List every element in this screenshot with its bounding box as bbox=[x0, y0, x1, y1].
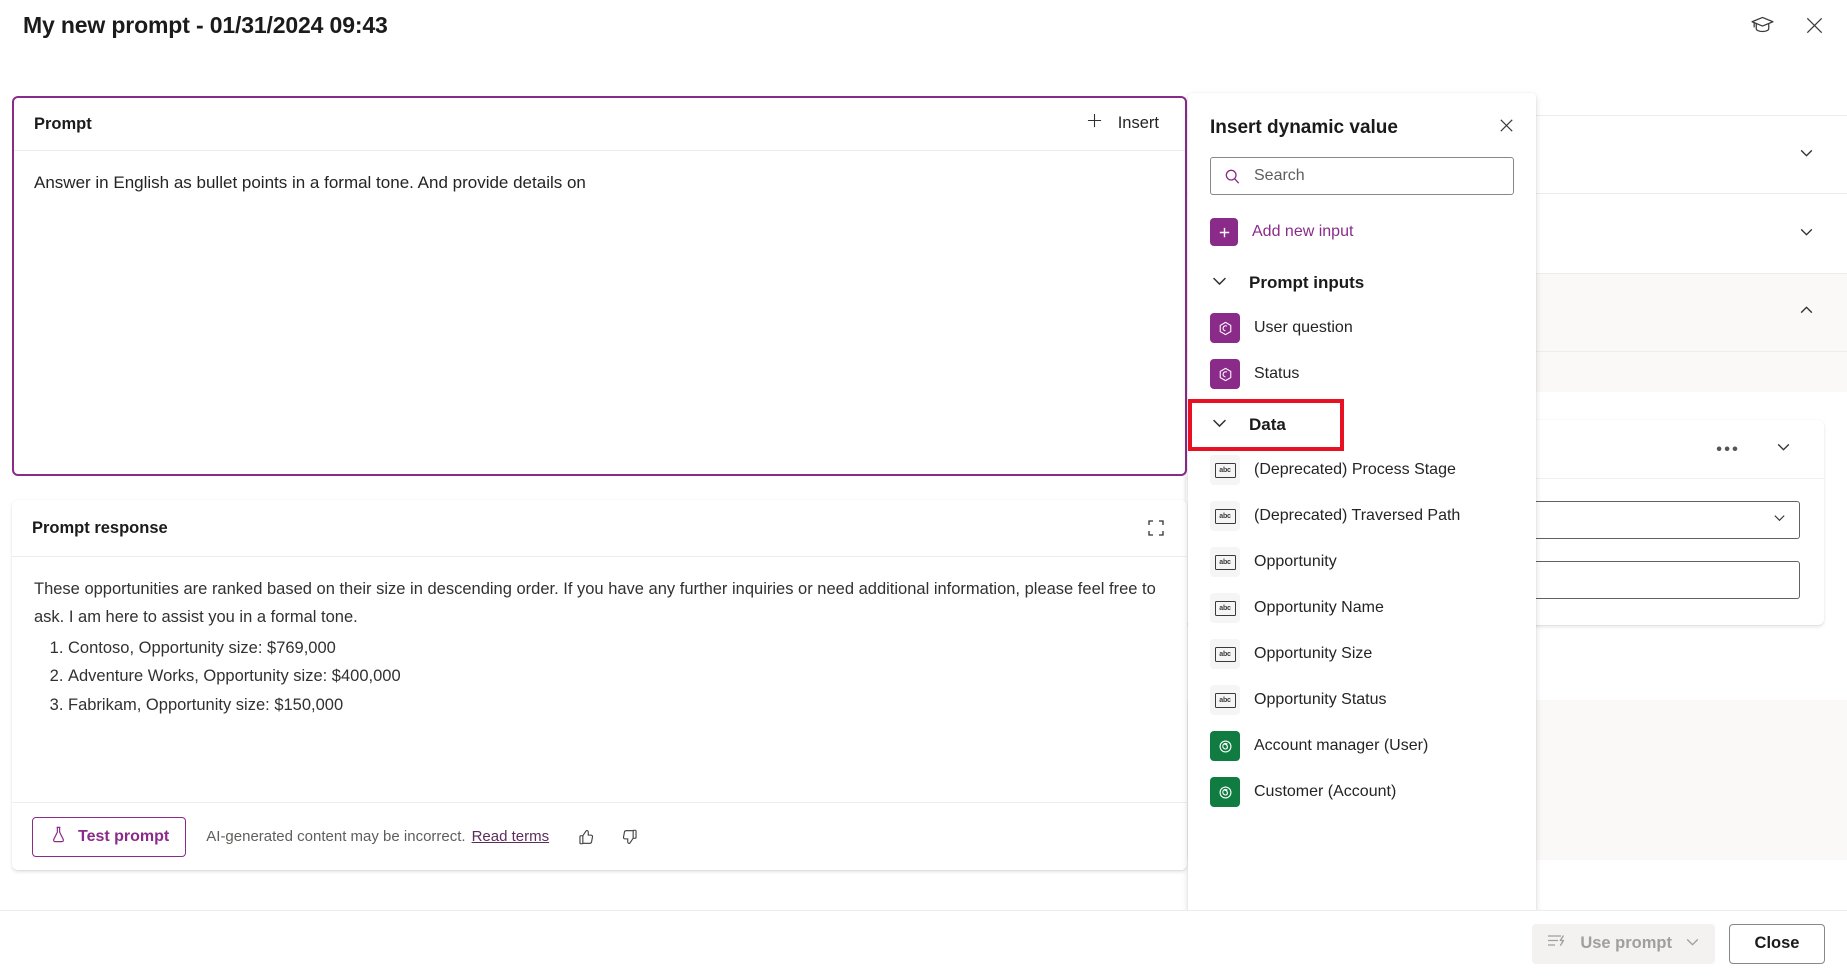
text-field-icon: abc bbox=[1210, 547, 1240, 577]
search-input[interactable] bbox=[1252, 166, 1513, 186]
lookup-field-icon bbox=[1210, 777, 1240, 807]
text-field-icon: abc bbox=[1210, 593, 1240, 623]
list-item: Fabrikam, Opportunity size: $150,000 bbox=[68, 691, 1165, 719]
insert-dynamic-value-panel: Insert dynamic value Add new input bbox=[1188, 93, 1536, 963]
plus-icon bbox=[1084, 110, 1105, 136]
list-item-status[interactable]: Status bbox=[1188, 351, 1536, 397]
insert-button-label: Insert bbox=[1117, 113, 1159, 132]
prompt-textarea[interactable]: Answer in English as bullet points in a … bbox=[14, 151, 1185, 196]
chevron-up-icon[interactable] bbox=[1798, 302, 1815, 324]
abc-glyph: abc bbox=[1214, 646, 1236, 662]
list-item-label: Customer (Account) bbox=[1254, 783, 1397, 800]
prompt-label: Prompt bbox=[34, 114, 92, 133]
chevron-down-icon[interactable] bbox=[1775, 438, 1792, 460]
list-item-label: Account manager (User) bbox=[1254, 737, 1429, 754]
plus-icon bbox=[1210, 218, 1238, 246]
list-item-opportunity-status[interactable]: abc Opportunity Status bbox=[1188, 677, 1536, 723]
text-field-icon: abc bbox=[1210, 639, 1240, 669]
list-item-label: User question bbox=[1254, 319, 1353, 336]
abc-glyph: abc bbox=[1214, 600, 1236, 616]
prompt-response-body: These opportunities are ranked based on … bbox=[12, 557, 1187, 719]
test-prompt-button[interactable]: Test prompt bbox=[32, 816, 187, 857]
list-item-label: (Deprecated) Process Stage bbox=[1254, 461, 1456, 478]
prompt-card: Prompt Insert Answer in English as bulle… bbox=[12, 96, 1187, 476]
dynamic-value-icon bbox=[1210, 359, 1240, 389]
dynamic-value-icon bbox=[1210, 313, 1240, 343]
dynamic-panel-header: Insert dynamic value bbox=[1188, 93, 1536, 139]
response-paragraph: These opportunities are ranked based on … bbox=[34, 580, 1156, 627]
list-item-user-question[interactable]: User question bbox=[1188, 305, 1536, 351]
abc-glyph: abc bbox=[1214, 554, 1236, 570]
dialog-footer: Use prompt Close bbox=[0, 910, 1847, 976]
list-item-deprecated-traversed-path[interactable]: abc (Deprecated) Traversed Path bbox=[1188, 493, 1536, 539]
use-prompt-icon bbox=[1546, 931, 1568, 956]
feedback-buttons bbox=[571, 822, 645, 852]
prompt-response-footer: Test prompt AI-generated content may be … bbox=[12, 802, 1187, 870]
chevron-down-icon bbox=[1772, 510, 1787, 530]
thumbs-down-icon[interactable] bbox=[615, 822, 645, 852]
list-item-label: Status bbox=[1254, 365, 1300, 382]
titlebar-actions bbox=[1743, 6, 1833, 44]
search-icon bbox=[1223, 167, 1242, 186]
read-terms-link[interactable]: Read terms bbox=[472, 828, 550, 845]
list-item-label: Opportunity Status bbox=[1254, 691, 1387, 708]
list-item-label: (Deprecated) Traversed Path bbox=[1254, 507, 1461, 524]
list-item-opportunity-size[interactable]: abc Opportunity Size bbox=[1188, 631, 1536, 677]
prompt-response-header: Prompt response bbox=[12, 500, 1187, 557]
insert-button[interactable]: Insert bbox=[1072, 105, 1171, 141]
dynamic-value-list[interactable]: Add new input Prompt inputs User questio… bbox=[1188, 209, 1536, 963]
group-header-data[interactable]: Data bbox=[1188, 399, 1344, 451]
list-item: Contoso, Opportunity size: $769,000 bbox=[68, 634, 1165, 662]
chevron-down-icon bbox=[1684, 933, 1701, 955]
chevron-down-icon[interactable] bbox=[1798, 144, 1815, 166]
window-titlebar: My new prompt - 01/31/2024 09:43 bbox=[0, 0, 1847, 56]
disclaimer-text: AI-generated content may be incorrect. bbox=[206, 828, 466, 845]
close-icon[interactable] bbox=[1795, 6, 1833, 44]
group-label: Prompt inputs bbox=[1249, 273, 1365, 292]
response-list: Contoso, Opportunity size: $769,000 Adve… bbox=[34, 634, 1165, 719]
prompt-response-card: Prompt response These opportunities are … bbox=[12, 500, 1187, 870]
prompt-response-label: Prompt response bbox=[32, 518, 168, 537]
page-title: My new prompt - 01/31/2024 09:43 bbox=[23, 12, 388, 38]
chevron-down-icon bbox=[1210, 413, 1229, 437]
lookup-field-icon bbox=[1210, 731, 1240, 761]
graduation-cap-icon[interactable] bbox=[1743, 6, 1781, 44]
use-prompt-label: Use prompt bbox=[1580, 934, 1672, 952]
text-field-icon: abc bbox=[1210, 455, 1240, 485]
dynamic-panel-title: Insert dynamic value bbox=[1210, 117, 1398, 138]
prompt-card-header: Prompt Insert bbox=[14, 98, 1185, 151]
more-options-icon[interactable]: ••• bbox=[1716, 441, 1740, 458]
group-header-prompt-inputs[interactable]: Prompt inputs bbox=[1188, 261, 1536, 305]
chevron-down-icon bbox=[1210, 271, 1229, 295]
list-item-customer-account[interactable]: Customer (Account) bbox=[1188, 769, 1536, 815]
list-item-opportunity[interactable]: abc Opportunity bbox=[1188, 539, 1536, 585]
close-icon[interactable] bbox=[1490, 109, 1522, 141]
chevron-down-icon[interactable] bbox=[1798, 223, 1815, 245]
list-item-account-manager-user[interactable]: Account manager (User) bbox=[1188, 723, 1536, 769]
list-item-label: Opportunity bbox=[1254, 553, 1337, 570]
search-box[interactable] bbox=[1210, 157, 1514, 195]
add-new-input-button[interactable]: Add new input bbox=[1188, 209, 1536, 255]
list-item-label: Opportunity Name bbox=[1254, 599, 1384, 616]
list-item-label: Opportunity Size bbox=[1254, 645, 1373, 662]
list-item-deprecated-process-stage[interactable]: abc (Deprecated) Process Stage bbox=[1188, 447, 1536, 493]
abc-glyph: abc bbox=[1214, 462, 1236, 478]
abc-glyph: abc bbox=[1214, 508, 1236, 524]
abc-glyph: abc bbox=[1214, 692, 1236, 708]
list-item-opportunity-name[interactable]: abc Opportunity Name bbox=[1188, 585, 1536, 631]
add-new-input-label: Add new input bbox=[1252, 223, 1354, 240]
ai-disclaimer: AI-generated content may be incorrect. R… bbox=[206, 828, 549, 845]
text-field-icon: abc bbox=[1210, 501, 1240, 531]
use-prompt-button[interactable]: Use prompt bbox=[1532, 923, 1715, 964]
close-button[interactable]: Close bbox=[1729, 923, 1825, 964]
expand-icon[interactable] bbox=[1139, 511, 1173, 545]
thumbs-up-icon[interactable] bbox=[571, 822, 601, 852]
flask-icon bbox=[49, 825, 68, 849]
group-label: Data bbox=[1249, 415, 1286, 434]
text-field-icon: abc bbox=[1210, 685, 1240, 715]
list-item: Adventure Works, Opportunity size: $400,… bbox=[68, 662, 1165, 690]
test-prompt-label: Test prompt bbox=[78, 827, 170, 845]
